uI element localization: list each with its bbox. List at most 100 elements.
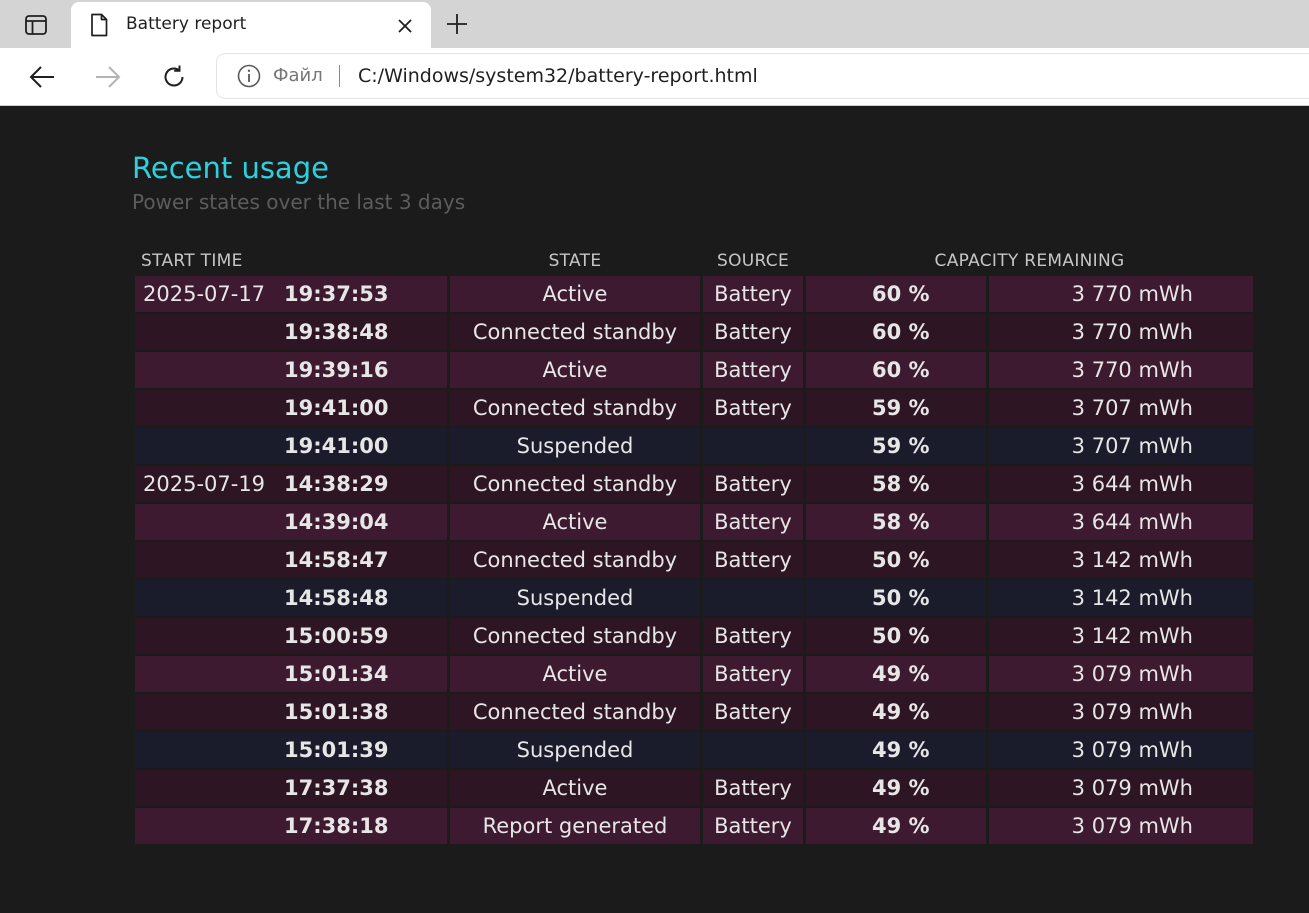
state-cell: Connected standby xyxy=(450,390,700,426)
table-row: 2025-07-17 19:37:53 Active Battery 60 % 3 770… xyxy=(0,276,1309,312)
capacity-percent-value: 58 % xyxy=(872,472,930,496)
browser-toolbar: Файл C:/Windows/system32/battery-report.… xyxy=(0,48,1309,106)
capacity-mwh-value: 3 707 mWh xyxy=(1071,396,1193,420)
state-value: Connected standby xyxy=(472,320,678,344)
capacity-percent-value: 59 % xyxy=(872,434,930,458)
table-row: 19:41:00 Suspended 59 % 3 707 mWh xyxy=(0,428,1309,464)
refresh-icon xyxy=(164,65,184,87)
source-cell: Battery xyxy=(703,314,803,350)
capacity-percent-value: 49 % xyxy=(872,776,930,800)
capacity-mwh-value: 3 770 mWh xyxy=(1071,358,1193,382)
section-subheading: Power states over the last 3 days xyxy=(132,190,466,214)
time-value: 19:41:00 xyxy=(284,434,389,458)
capacity-percent-cell: 49 % xyxy=(806,770,986,806)
capacity-percent-value: 60 % xyxy=(872,320,930,344)
capacity-mwh-value: 3 142 mWh xyxy=(1071,624,1193,648)
table-row: 19:39:16 Active Battery 60 % 3 770 mWh xyxy=(0,352,1309,388)
document-icon xyxy=(91,13,108,37)
start-time-cell: 19:39:16 xyxy=(135,352,447,388)
address-bar[interactable]: Файл C:/Windows/system32/battery-report.… xyxy=(217,54,1309,98)
capacity-percent-value: 49 % xyxy=(872,814,930,838)
capacity-percent-value: 50 % xyxy=(872,548,930,572)
capacity-mwh-value: 3 644 mWh xyxy=(1071,472,1193,496)
time-value: 19:39:16 xyxy=(284,358,389,382)
source-cell: Battery xyxy=(703,694,803,730)
capacity-mwh-cell: 3 142 mWh xyxy=(989,618,1253,654)
tab-title: Battery report xyxy=(126,14,247,34)
close-icon xyxy=(398,19,412,33)
state-value: Active xyxy=(542,282,608,306)
state-cell: Connected standby xyxy=(450,542,700,578)
time-value: 15:01:38 xyxy=(284,700,389,724)
forward-button[interactable] xyxy=(90,59,126,95)
date-value: 2025-07-17 xyxy=(143,282,266,306)
capacity-percent-value: 50 % xyxy=(872,624,930,648)
capacity-percent-cell: 49 % xyxy=(806,694,986,730)
time-value: 15:00:59 xyxy=(284,624,389,648)
column-header-capacity: CAPACITY REMAINING xyxy=(934,251,1125,271)
capacity-mwh-value: 3 079 mWh xyxy=(1071,776,1193,800)
capacity-mwh-value: 3 079 mWh xyxy=(1071,662,1193,686)
column-header-state: STATE xyxy=(548,251,602,271)
capacity-percent-cell: 50 % xyxy=(806,618,986,654)
capacity-percent-cell: 50 % xyxy=(806,580,986,616)
capacity-mwh-cell: 3 079 mWh xyxy=(989,770,1253,806)
url-text[interactable]: C:/Windows/system32/battery-report.html xyxy=(358,64,758,88)
source-value: Battery xyxy=(714,776,792,800)
start-time-cell: 14:58:48 xyxy=(135,580,447,616)
table-row: 2025-07-19 14:38:29 Connected standby Batte… xyxy=(0,466,1309,502)
table-row: 14:58:48 Suspended 50 % 3 142 mWh xyxy=(0,580,1309,616)
capacity-percent-value: 49 % xyxy=(872,700,930,724)
table-row: 17:38:18 Report generated Battery 49 % 3 079… xyxy=(0,808,1309,844)
refresh-button[interactable] xyxy=(156,59,192,95)
source-value: Battery xyxy=(714,662,792,686)
state-cell: Active xyxy=(450,276,700,312)
sidebar-toggle-button[interactable] xyxy=(14,12,58,38)
state-cell: Active xyxy=(450,504,700,540)
start-time-cell: 2025-07-19 14:38:29 xyxy=(135,466,447,502)
start-time-cell: 15:00:59 xyxy=(135,618,447,654)
capacity-percent-value: 50 % xyxy=(872,586,930,610)
capacity-percent-value: 49 % xyxy=(872,662,930,686)
start-time-cell: 17:38:18 xyxy=(135,808,447,844)
capacity-percent-cell: 60 % xyxy=(806,314,986,350)
state-cell: Connected standby xyxy=(450,618,700,654)
source-cell xyxy=(703,732,803,768)
source-cell: Battery xyxy=(703,504,803,540)
capacity-percent-cell: 58 % xyxy=(806,466,986,502)
capacity-percent-value: 59 % xyxy=(872,396,930,420)
state-value: Connected standby xyxy=(472,396,678,420)
table-row: 19:41:00 Connected standby Battery 59 % 3 70… xyxy=(0,390,1309,426)
source-value: Battery xyxy=(714,358,792,382)
time-value: 14:58:48 xyxy=(284,586,389,610)
state-value: Suspended xyxy=(516,738,634,762)
scheme-label: Файл xyxy=(273,65,323,86)
start-time-cell: 17:37:38 xyxy=(135,770,447,806)
time-value: 17:38:18 xyxy=(284,814,389,838)
table-row: 15:01:38 Connected standby Battery 49 % 3 07… xyxy=(0,694,1309,730)
table-row: 15:01:34 Active Battery 49 % 3 079 mWh xyxy=(0,656,1309,692)
capacity-mwh-value: 3 079 mWh xyxy=(1071,814,1193,838)
info-icon[interactable] xyxy=(237,64,261,88)
column-header-start-time: START TIME xyxy=(141,251,243,271)
start-time-cell: 15:01:39 xyxy=(135,732,447,768)
time-value: 15:01:34 xyxy=(284,662,389,686)
source-value: Battery xyxy=(714,700,792,724)
active-tab[interactable]: Battery report xyxy=(71,2,431,48)
start-time-cell: 15:01:38 xyxy=(135,694,447,730)
source-cell: Battery xyxy=(703,352,803,388)
time-value: 17:37:38 xyxy=(284,776,389,800)
time-value: 19:41:00 xyxy=(284,396,389,420)
state-cell: Connected standby xyxy=(450,466,700,502)
back-button[interactable] xyxy=(24,59,60,95)
new-tab-button[interactable] xyxy=(442,9,472,39)
back-arrow-icon xyxy=(29,66,54,88)
capacity-percent-cell: 59 % xyxy=(806,428,986,464)
capacity-mwh-cell: 3 644 mWh xyxy=(989,504,1253,540)
time-value: 14:38:29 xyxy=(284,472,389,496)
state-value: Active xyxy=(542,358,608,382)
source-cell xyxy=(703,580,803,616)
state-value: Connected standby xyxy=(472,472,678,496)
source-value: Battery xyxy=(714,548,792,572)
tab-close-button[interactable] xyxy=(393,14,417,38)
